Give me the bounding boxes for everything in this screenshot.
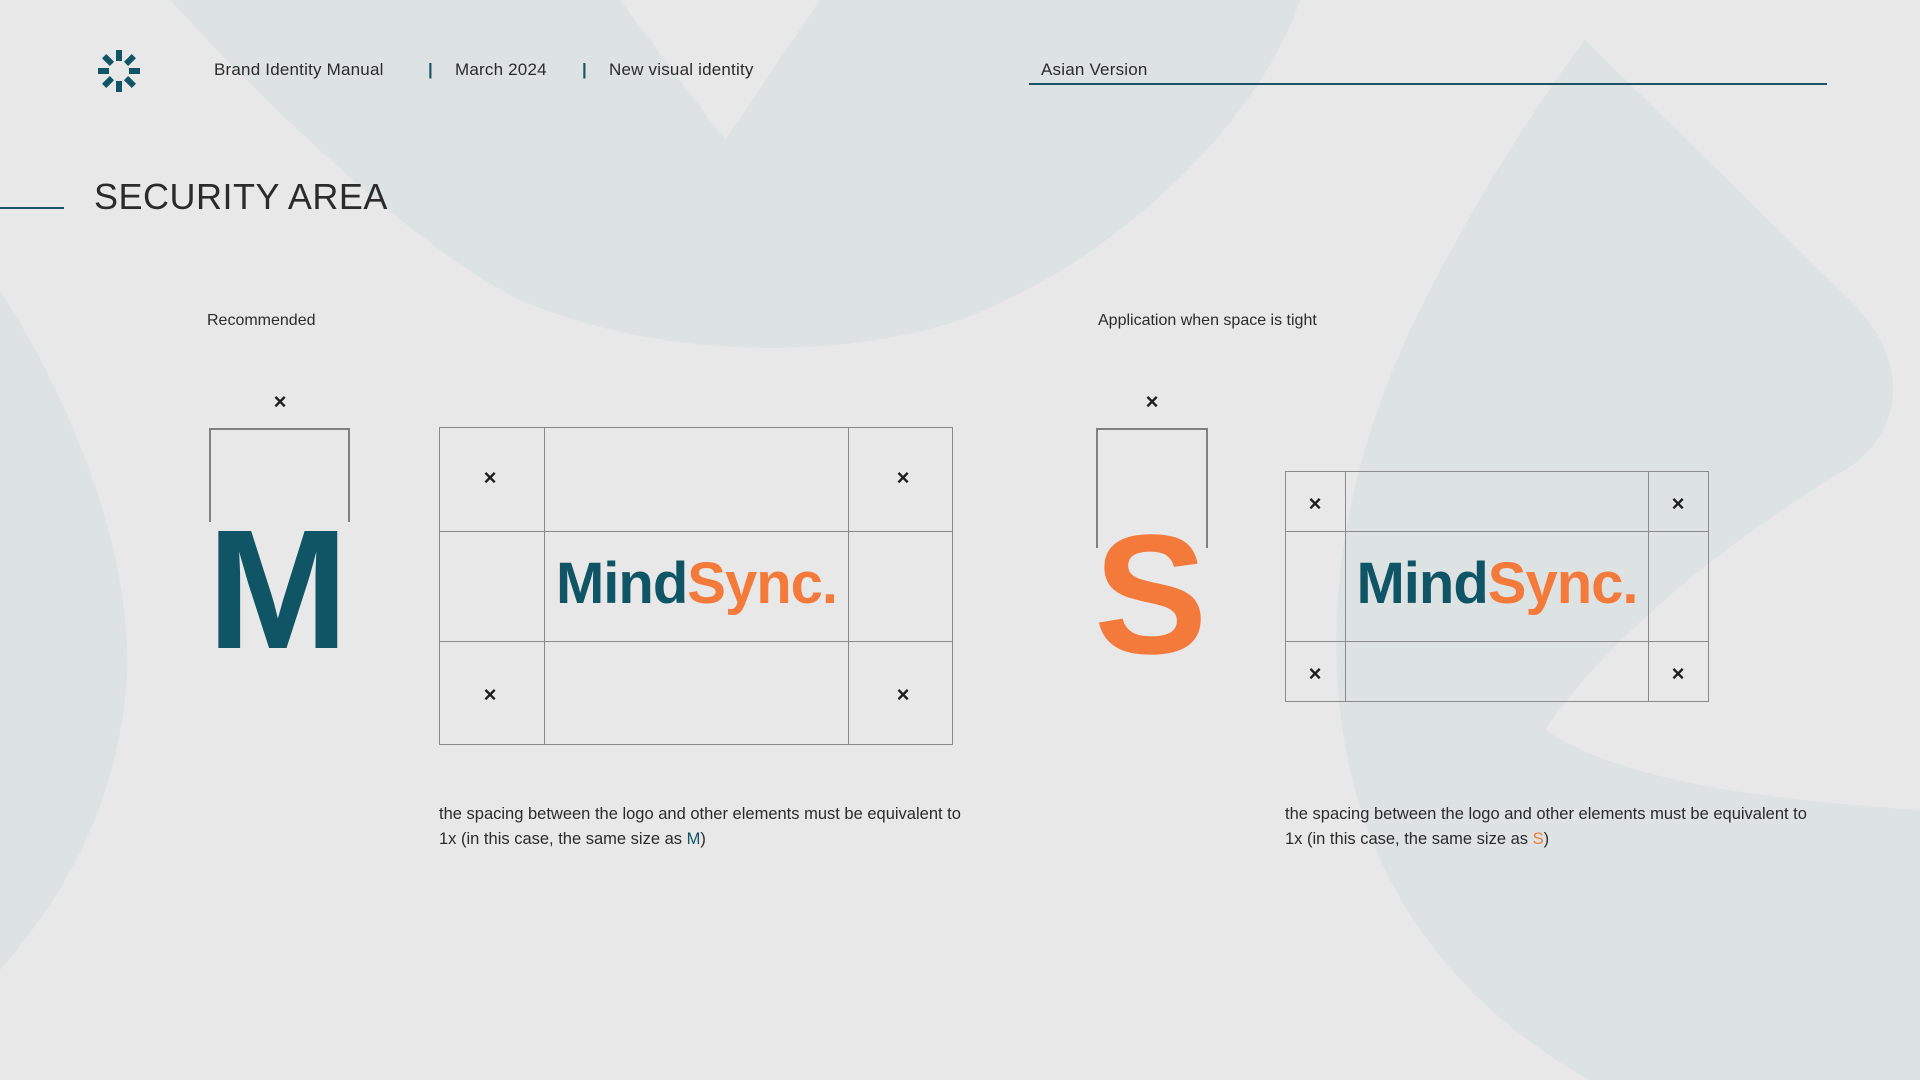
close-icon: × — [483, 465, 497, 490]
recommended-label: Recommended — [207, 312, 316, 329]
wordmark-logo: MindSync. — [544, 555, 849, 613]
close-icon: × — [896, 465, 910, 490]
wordmark-sync: Sync. — [1487, 551, 1639, 616]
wordmark-logo: MindSync. — [1345, 555, 1649, 613]
wordmark-mind: Mind — [1356, 551, 1488, 616]
tight-space-caption: the spacing between the logo and other e… — [1285, 802, 1825, 852]
unit-letter-s: S — [1094, 500, 1208, 690]
bg-shape-left — [0, 290, 128, 970]
recommended-caption: the spacing between the logo and other e… — [439, 802, 979, 852]
sunburst-logo-icon — [98, 50, 140, 92]
version-underline — [1029, 83, 1827, 85]
header-separator: | — [582, 60, 587, 79]
header-date: March 2024 — [455, 60, 547, 79]
close-icon: × — [1308, 661, 1322, 686]
close-icon: × — [1671, 661, 1685, 686]
title-rule — [0, 207, 64, 209]
header-subtitle: New visual identity — [609, 60, 754, 79]
header-separator: | — [428, 60, 433, 79]
caption-highlight: S — [1532, 830, 1544, 848]
caption-close: ) — [1543, 830, 1550, 848]
grid-line — [1285, 531, 1709, 532]
unit-letter-m: M — [207, 495, 349, 685]
wordmark-mind: Mind — [555, 551, 688, 616]
grid-line — [1285, 641, 1709, 642]
header-version: Asian Version — [1041, 60, 1148, 79]
header-manual-title: Brand Identity Manual — [214, 60, 384, 79]
grid-line — [439, 641, 953, 642]
grid-line — [439, 531, 953, 532]
caption-close: ) — [700, 830, 706, 848]
close-icon: × — [1145, 389, 1159, 414]
close-icon: × — [483, 682, 497, 707]
close-icon: × — [1671, 491, 1685, 516]
caption-highlight: M — [686, 830, 701, 848]
wordmark-sync: Sync. — [687, 551, 838, 616]
close-icon: × — [1308, 491, 1322, 516]
close-icon: × — [896, 682, 910, 707]
tight-space-label: Application when space is tight — [1098, 312, 1317, 329]
page-title: SECURITY AREA — [94, 176, 388, 217]
close-icon: × — [273, 389, 287, 414]
